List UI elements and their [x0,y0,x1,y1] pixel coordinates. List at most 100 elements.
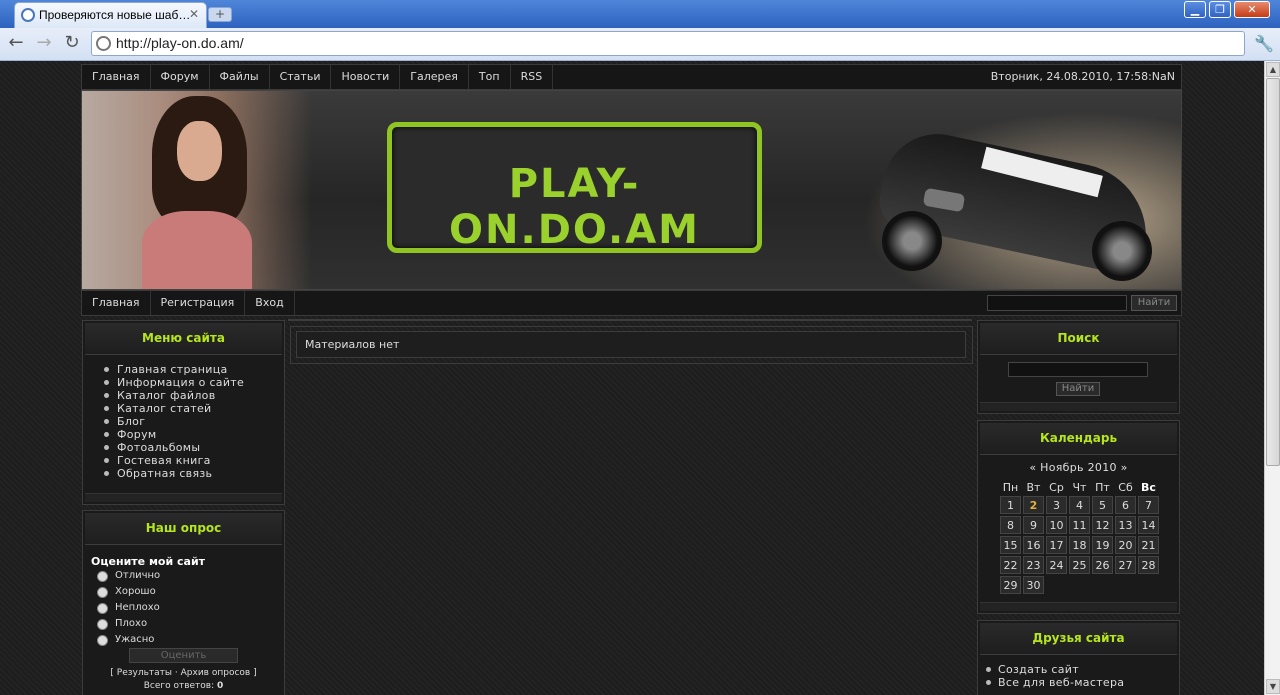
wrench-icon[interactable]: 🔧 [1254,34,1274,53]
browser-titlebar: Проверяются новые шаб… ✕ + ▁ ❐ ✕ [0,0,1280,28]
datetime-text: Вторник, 24.08.2010, 17:58:NaN [990,70,1175,83]
calendar-day[interactable]: 29 [1000,576,1021,594]
calendar-day[interactable]: 15 [1000,536,1021,554]
close-window-button[interactable]: ✕ [1234,1,1270,18]
sidebar-search-input[interactable] [1008,362,1148,377]
menu-item-home[interactable]: Главная страница [104,363,284,376]
calendar-day[interactable]: 24 [1046,556,1067,574]
top-nav-articles[interactable]: Статьи [270,65,332,89]
poll-results-link[interactable]: Результаты [117,668,172,678]
sub-nav-login[interactable]: Вход [245,291,295,315]
radio-icon[interactable] [97,635,108,646]
friends-item-create-site[interactable]: Создать сайт [986,663,1179,676]
menu-item-forum[interactable]: Форум [104,428,284,441]
radio-icon[interactable] [97,603,108,614]
top-nav-gallery[interactable]: Галерея [400,65,469,89]
calendar-day[interactable]: 13 [1115,516,1136,534]
poll-title: Наш опрос [85,513,282,545]
calendar-day[interactable]: 12 [1092,516,1113,534]
calendar-day[interactable]: 4 [1069,496,1090,514]
poll-vote-button[interactable]: Оценить [129,648,238,663]
calendar-title: Календарь [980,423,1177,455]
calendar-day[interactable]: 10 [1046,516,1067,534]
poll-option[interactable]: Плохо [83,616,284,632]
calendar-day[interactable]: 14 [1138,516,1159,534]
calendar-day[interactable]: 8 [1000,516,1021,534]
friends-item-webmaster[interactable]: Все для веб-мастера [986,676,1179,689]
radio-icon[interactable] [97,619,108,630]
calendar-day[interactable]: 17 [1046,536,1067,554]
browser-tab[interactable]: Проверяются новые шаб… ✕ [14,2,207,28]
menu-item-blog[interactable]: Блог [104,415,284,428]
top-nav: Главная Форум Файлы Статьи Новости Галер… [81,64,1182,90]
calendar-prev-link[interactable]: « [1029,461,1036,474]
top-nav-home[interactable]: Главная [82,65,151,89]
calendar-day[interactable]: 7 [1138,496,1159,514]
back-icon[interactable]: ← [6,34,26,54]
address-bar[interactable]: http://play-on.do.am/ [91,31,1245,56]
calendar-day[interactable]: 20 [1115,536,1136,554]
menu-item-guestbook[interactable]: Гостевая книга [104,454,284,467]
calendar-day[interactable]: 9 [1023,516,1044,534]
header-search-input[interactable] [987,295,1127,311]
scroll-up-icon[interactable]: ▲ [1266,62,1280,77]
menu-item-articles[interactable]: Каталог статей [104,402,284,415]
header-banner: PLAY-ON.DO.AM [81,90,1182,290]
poll-option[interactable]: Ужасно [83,632,284,648]
reload-icon[interactable]: ↻ [62,34,82,54]
calendar-empty-cell [1092,576,1113,594]
calendar-day[interactable]: 22 [1000,556,1021,574]
close-tab-icon[interactable]: ✕ [189,7,199,21]
scroll-down-icon[interactable]: ▼ [1266,679,1280,694]
menu-item-feedback[interactable]: Обратная связь [104,467,284,480]
calendar-day[interactable]: 2 [1023,496,1044,514]
sub-nav-register[interactable]: Регистрация [151,291,246,315]
calendar-day[interactable]: 19 [1092,536,1113,554]
calendar-day[interactable]: 3 [1046,496,1067,514]
scroll-thumb[interactable] [1266,78,1280,466]
poll-option[interactable]: Неплохо [83,600,284,616]
menu-item-photos[interactable]: Фотоальбомы [104,441,284,454]
calendar-day[interactable]: 1 [1000,496,1021,514]
vertical-scrollbar[interactable]: ▲ ▼ [1264,61,1280,695]
calendar-day[interactable]: 21 [1138,536,1159,554]
top-nav-news[interactable]: Новости [331,65,401,89]
calendar-next-link[interactable]: » [1121,461,1128,474]
weekday-tue: Вт [1026,480,1041,494]
radio-icon[interactable] [97,587,108,598]
sidebar-search-button[interactable]: Найти [1056,382,1100,396]
calendar-day[interactable]: 28 [1138,556,1159,574]
favicon-icon [21,8,35,22]
header-search-button[interactable]: Найти [1131,295,1177,311]
radio-icon[interactable] [97,571,108,582]
maximize-button[interactable]: ❐ [1209,1,1231,18]
poll-option[interactable]: Хорошо [83,584,284,600]
poll-archive-link[interactable]: Архив опросов [181,668,251,678]
calendar-day[interactable]: 27 [1115,556,1136,574]
calendar-day[interactable]: 26 [1092,556,1113,574]
minimize-button[interactable]: ▁ [1184,1,1206,18]
poll-option[interactable]: Отлично [83,568,284,584]
top-nav-top[interactable]: Топ [469,65,511,89]
menu-item-about[interactable]: Информация о сайте [104,376,284,389]
calendar-day[interactable]: 5 [1092,496,1113,514]
top-nav-forum[interactable]: Форум [151,65,210,89]
forward-icon[interactable]: → [34,34,54,54]
weekday-fri: Пт [1095,480,1110,494]
sub-nav-home[interactable]: Главная [82,291,151,315]
calendar-day[interactable]: 18 [1069,536,1090,554]
calendar-day[interactable]: 11 [1069,516,1090,534]
calendar-day[interactable]: 25 [1069,556,1090,574]
new-tab-button[interactable]: + [208,7,232,22]
calendar-empty-cell [1115,576,1136,594]
top-nav-files[interactable]: Файлы [210,65,270,89]
poll-total: Всего ответов: 0 [143,681,224,691]
site-logo[interactable]: PLAY-ON.DO.AM [387,122,762,253]
calendar-day[interactable]: 6 [1115,496,1136,514]
top-nav-rss[interactable]: RSS [511,65,554,89]
calendar-day[interactable]: 23 [1023,556,1044,574]
menu-item-files[interactable]: Каталог файлов [104,389,284,402]
banner-car-image [862,111,1181,289]
calendar-day[interactable]: 16 [1023,536,1044,554]
calendar-day[interactable]: 30 [1023,576,1044,594]
